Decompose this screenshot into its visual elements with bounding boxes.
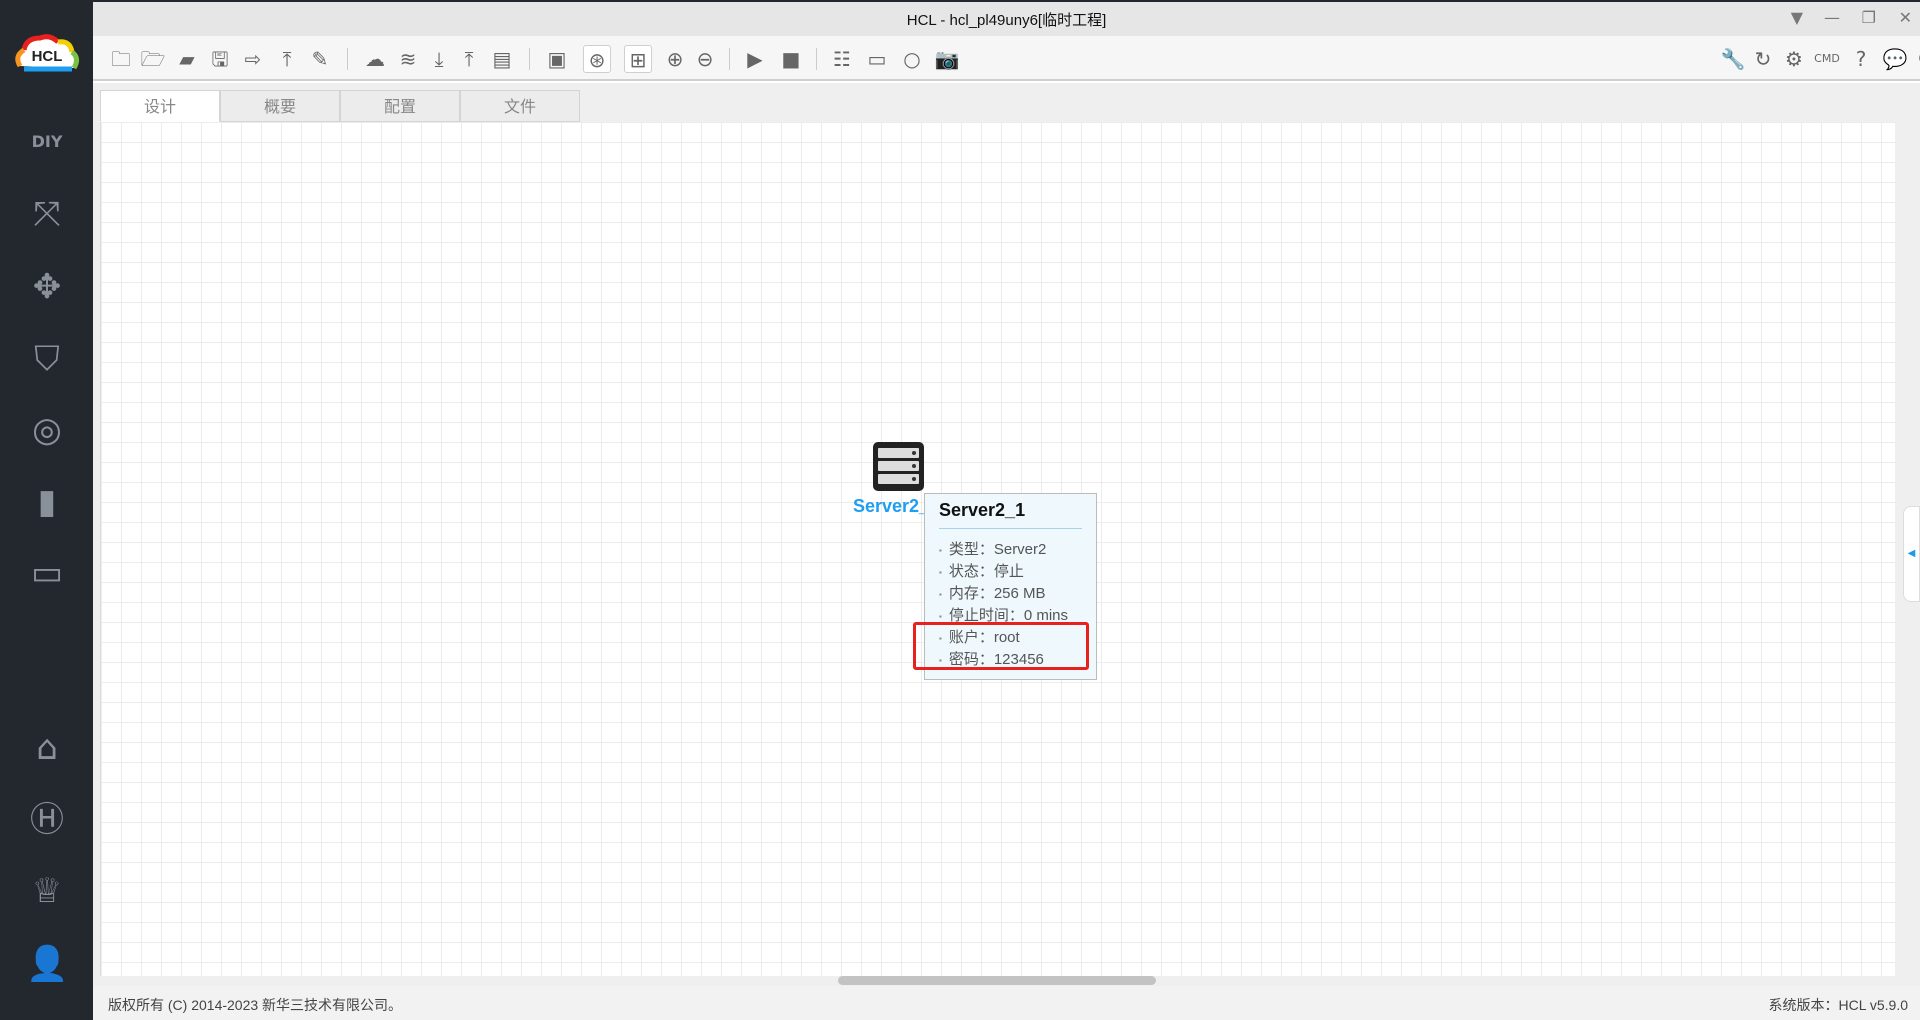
save-icon[interactable]: 🖫 bbox=[206, 45, 234, 73]
layers-icon[interactable]: ≋ bbox=[394, 45, 422, 73]
move-icon[interactable]: ✥ bbox=[26, 266, 68, 308]
open-project-icon[interactable]: 🗁 bbox=[139, 45, 167, 73]
h3c-icon[interactable]: Ⓗ bbox=[26, 799, 68, 841]
server-icon[interactable]: ▮ bbox=[26, 481, 68, 523]
highlight-box bbox=[913, 622, 1089, 670]
toolbar: 🗀 🗁 ▰ 🖫 ⇨ ⤒ ✎ ☁ ≋ ⤓ ⤒ ▤ ▣ ⊛ ⊞ ⊕ ⊖ ▶ ■ ☷ … bbox=[93, 36, 1920, 81]
stop-icon[interactable]: ■ bbox=[777, 45, 805, 73]
start-icon[interactable]: ▶ bbox=[741, 45, 769, 73]
copyright-text: 版权所有 (C) 2014-2023 新华三技术有限公司。 bbox=[108, 997, 403, 1013]
title-bar: HCL - hcl_pl49uny6[临时工程] ▼ — ❐ ✕ bbox=[93, 0, 1920, 36]
tooltip-title: Server2_1 bbox=[939, 500, 1026, 520]
snapshot-icon[interactable]: 📷 bbox=[933, 45, 961, 73]
shield-icon[interactable]: ⛉ bbox=[26, 338, 68, 380]
tooltip-memory: 内存：256 MB bbox=[939, 582, 1046, 603]
wechat-icon[interactable]: 💬 bbox=[1881, 45, 1909, 73]
new-project-icon[interactable]: 🗀 bbox=[107, 45, 135, 73]
add-screen-icon[interactable]: ▭ bbox=[863, 45, 891, 73]
tooltip-status: 状态：停止 bbox=[939, 560, 1024, 581]
zoom-in-icon[interactable]: ⊕ bbox=[661, 45, 689, 73]
download-icon[interactable]: ⤓ bbox=[425, 45, 453, 73]
open-folder-icon[interactable]: ▰ bbox=[173, 45, 201, 73]
close-button[interactable]: ✕ bbox=[1899, 8, 1912, 27]
home-icon[interactable]: ⌂ bbox=[26, 727, 68, 769]
log-icon[interactable]: ▤ bbox=[488, 45, 516, 73]
user-icon[interactable]: 👤 bbox=[26, 943, 68, 985]
horizontal-scrollbar[interactable] bbox=[838, 976, 1156, 985]
cloud-download-icon[interactable]: ☁ bbox=[361, 45, 389, 73]
zoom-out-icon[interactable]: ⊖ bbox=[691, 45, 719, 73]
status-bar: 版权所有 (C) 2014-2023 新华三技术有限公司。 系统版本：HCL v… bbox=[93, 986, 1920, 1020]
restore-button[interactable]: ❐ bbox=[1862, 8, 1876, 27]
add-device-icon[interactable]: ▣ bbox=[543, 45, 571, 73]
add-list-icon[interactable]: ☷ bbox=[828, 45, 856, 73]
terminal-icon[interactable]: ▭ bbox=[26, 552, 68, 594]
tab-overview[interactable]: 概要 bbox=[220, 90, 340, 122]
feedback-icon[interactable]: 🗨 bbox=[1914, 45, 1920, 73]
window-title: HCL - hcl_pl49uny6[临时工程] bbox=[906, 12, 1107, 29]
save-as-icon[interactable]: ⇨ bbox=[239, 45, 267, 73]
wrench-icon[interactable]: 🔧 bbox=[1719, 45, 1747, 73]
wireless-icon[interactable]: ◎ bbox=[26, 409, 68, 451]
minimize-button[interactable]: — bbox=[1824, 8, 1840, 27]
topology-icon[interactable]: ⤧ bbox=[26, 193, 68, 235]
tooltip-type: 类型：Server2 bbox=[939, 538, 1047, 559]
tab-design[interactable]: 设计 bbox=[100, 90, 220, 122]
sidebar: HCL DIY ⤧ ✥ ⛉ ◎ ▮ ▭ ⌂ Ⓗ ♕ 👤 bbox=[0, 0, 93, 1020]
svg-text:HCL: HCL bbox=[32, 48, 63, 65]
edit-icon[interactable]: ✎ bbox=[306, 45, 334, 73]
add-circle-icon[interactable]: ○ bbox=[898, 45, 926, 73]
import-icon[interactable]: ⤒ bbox=[273, 45, 301, 73]
version-text: 系统版本：HCL v5.9.0 bbox=[1768, 997, 1908, 1013]
upload-icon[interactable]: ⤒ bbox=[455, 45, 483, 73]
tab-files[interactable]: 文件 bbox=[460, 90, 580, 122]
settings-icon[interactable]: ⚙ bbox=[1780, 45, 1808, 73]
trophy-icon[interactable]: ♕ bbox=[26, 870, 68, 912]
tab-config[interactable]: 配置 bbox=[340, 90, 460, 122]
refresh-icon[interactable]: ↻ bbox=[1749, 45, 1777, 73]
diy-icon[interactable]: DIY bbox=[26, 121, 68, 163]
topology-view-icon[interactable]: ⊛ bbox=[583, 45, 611, 73]
cmd-icon[interactable]: CMD bbox=[1813, 45, 1841, 73]
side-panel-toggle[interactable]: ◀ bbox=[1903, 506, 1920, 602]
grid-icon[interactable]: ⊞ bbox=[624, 45, 652, 73]
hcl-logo[interactable]: HCL bbox=[12, 32, 82, 74]
menu-dropdown-icon[interactable]: ▼ bbox=[1791, 8, 1803, 27]
help-icon[interactable]: ? bbox=[1847, 45, 1875, 73]
server-device-icon[interactable] bbox=[873, 442, 924, 491]
